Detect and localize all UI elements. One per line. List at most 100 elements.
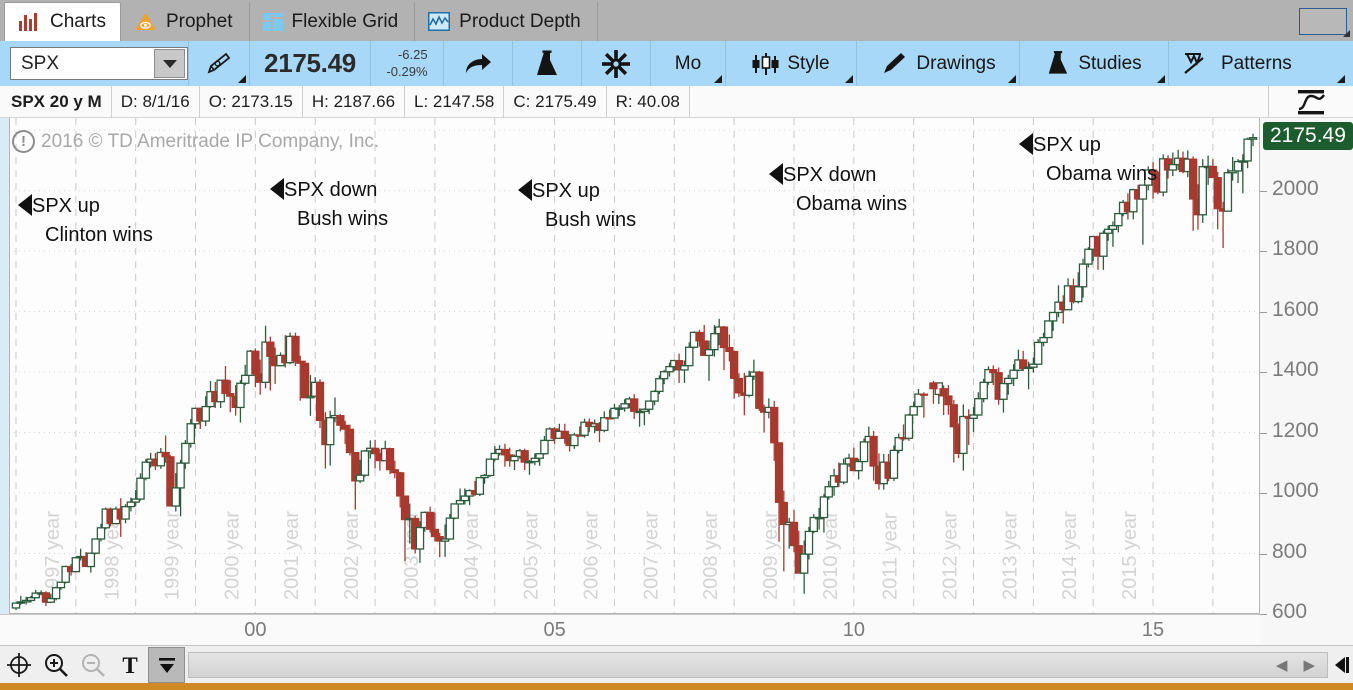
copyright-text: 2016 © TD Ameritrade IP Company, Inc. (41, 130, 380, 152)
style-button[interactable]: Style (726, 41, 856, 86)
svg-text:2002 year: 2002 year (341, 511, 363, 600)
tab-prophet[interactable]: Prophet (121, 2, 250, 41)
tab-bar-spacer (598, 2, 1299, 41)
chart-info-bar: SPX 20 y M D: 8/1/16 O: 2173.15 H: 2187.… (0, 85, 1353, 118)
price-scale-toggle[interactable] (1269, 86, 1353, 118)
info-open: O: 2173.15 (200, 85, 303, 118)
svg-text:2006 year: 2006 year (580, 511, 602, 600)
price-tick-label: 1800 (1272, 237, 1319, 261)
zoom-out-icon[interactable] (74, 647, 111, 683)
price-tick-mark (1260, 311, 1267, 313)
tab-product-depth-label: Product Depth (459, 10, 581, 32)
scale-curve-icon (1298, 89, 1325, 114)
symbol-input-wrapper[interactable]: SPX (10, 47, 188, 80)
annotation-line1: SPX down (783, 164, 877, 186)
svg-text:2013 year: 2013 year (999, 511, 1021, 600)
svg-text:2011 year: 2011 year (880, 512, 902, 600)
chart-horizontal-scrollbar[interactable]: ◀ ▶ (188, 651, 1328, 678)
price-tick-mark (1260, 553, 1267, 555)
grid-layout-icon (262, 12, 283, 31)
chevron-down-icon (162, 59, 177, 68)
time-tick-label: 15 (1141, 619, 1165, 641)
studies-label: Studies (1078, 52, 1142, 74)
svg-text:2010 year: 2010 year (820, 511, 842, 600)
annotation-line1: SPX up (32, 195, 100, 217)
annotation-line1: SPX up (532, 180, 600, 202)
exclamation-circle-icon: ! (12, 130, 35, 153)
price-tick-label: 800 (1272, 539, 1308, 563)
last-price-badge: 2175.49 (1263, 121, 1353, 150)
text-tool-icon[interactable]: T (111, 647, 148, 683)
studies-flask-button[interactable] (513, 41, 581, 86)
svg-text:2012 year: 2012 year (940, 511, 962, 600)
price-tick-label: 600 (1272, 600, 1308, 623)
scroll-left-arrow[interactable]: ◀ (1276, 656, 1288, 674)
svg-text:2015 year: 2015 year (1119, 511, 1141, 600)
price-tick-label: 1000 (1272, 479, 1319, 503)
annotation-obama-down: SPX down Obama wins (769, 161, 907, 219)
time-tick-label: 05 (543, 619, 566, 641)
chevron-down-icon (238, 75, 246, 83)
chevron-down-icon (845, 75, 853, 83)
pattern-trendline-icon (1184, 53, 1204, 74)
price-tick-mark (1260, 614, 1267, 615)
symbol-input[interactable]: SPX (11, 53, 154, 75)
patterns-button[interactable]: Patterns (1169, 41, 1353, 86)
annotation-line1: SPX up (1033, 134, 1101, 156)
scroll-to-end-button[interactable] (1331, 647, 1353, 683)
tab-flexible-grid[interactable]: Flexible Grid (250, 2, 416, 41)
zoom-in-icon[interactable] (37, 647, 74, 683)
annotation-line2: Obama wins (1046, 163, 1158, 185)
scroll-right-arrow[interactable]: ▶ (1303, 656, 1315, 674)
crosshair-icon[interactable] (0, 647, 37, 683)
info-bar-spacer (690, 85, 1269, 118)
last-price-value: 2175.49 (264, 48, 356, 78)
price-tick-mark (1260, 251, 1267, 253)
time-tick-label: 00 (244, 619, 267, 641)
studies-button[interactable]: Studies (1020, 41, 1168, 86)
annotation-arrow-icon (769, 163, 783, 185)
svg-text:T: T (122, 653, 137, 677)
prophet-eye-triangle-icon (135, 12, 156, 31)
style-label: Style (787, 52, 830, 74)
chevron-down-icon (714, 75, 722, 83)
chart-toolbar: SPX 2175.49 -6.25 -0.29% Mo Style Drawin… (0, 41, 1353, 86)
svg-text:2000 year: 2000 year (221, 511, 243, 600)
gear-icon (602, 49, 630, 78)
window-corner-resize-handle[interactable] (1343, 30, 1350, 37)
tab-product-depth[interactable]: Product Depth (415, 2, 598, 41)
thinkorswim-charts-window: Charts Prophet Flexible Grid Product Dep… (0, 0, 1353, 690)
settings-button[interactable] (582, 41, 650, 86)
annotation-line1: SPX down (284, 179, 378, 201)
time-axis[interactable]: 00 05 10 15 (0, 614, 1260, 645)
price-tick-mark (1260, 493, 1267, 495)
drawings-button[interactable]: Drawings (857, 41, 1019, 86)
price-axis[interactable]: 2000 1800 1600 1400 1200 1000 800 600 2175.49 (1260, 118, 1353, 645)
drawings-label: Drawings (916, 52, 996, 74)
price-tick-label: 1400 (1272, 358, 1319, 382)
annotation-arrow-icon (1019, 133, 1033, 155)
tab-charts[interactable]: Charts (4, 2, 121, 41)
price-change-display: -6.25 -0.29% (371, 41, 443, 86)
chevron-down-icon (1008, 75, 1016, 83)
price-tick-label: 1200 (1272, 418, 1319, 442)
svg-text:2004 year: 2004 year (461, 511, 483, 600)
window-corner-box[interactable] (1299, 8, 1347, 35)
annotation-bush-up: SPX up Bush wins (518, 177, 636, 235)
candlestick-icon (752, 52, 779, 75)
info-high: H: 2187.66 (303, 85, 406, 118)
chart-area[interactable]: 1996 year1997 year1998 year1999 year2000… (0, 118, 1353, 645)
annotation-clinton: SPX up Clinton wins (18, 192, 153, 250)
annotation-line2: Bush wins (545, 209, 637, 231)
fit-chart-icon[interactable] (148, 646, 185, 683)
patterns-label: Patterns (1221, 52, 1292, 74)
annotation-obama-up: SPX up Obama wins (1019, 131, 1157, 189)
svg-text:2005 year: 2005 year (521, 511, 543, 600)
share-arrow-icon (466, 53, 491, 73)
chevron-down-icon (1337, 75, 1345, 83)
drawing-tool-button[interactable] (189, 41, 249, 86)
timeframe-button[interactable]: Mo (651, 41, 725, 86)
symbol-dropdown-button[interactable] (154, 49, 185, 78)
annotation-bush-down: SPX down Bush wins (270, 176, 388, 234)
share-button[interactable] (444, 41, 512, 86)
